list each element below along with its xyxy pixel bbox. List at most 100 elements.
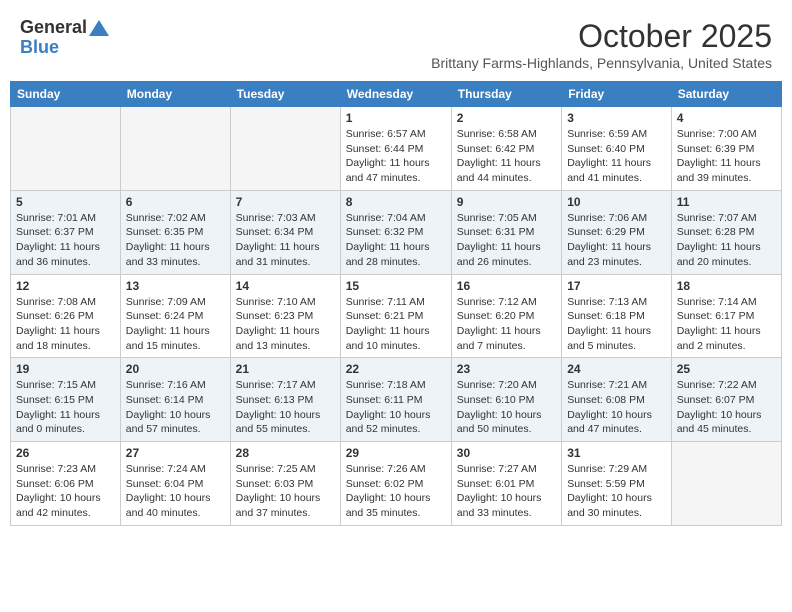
calendar-week-row: 19 Sunrise: 7:15 AM Sunset: 6:15 PM Dayli…	[11, 358, 782, 442]
table-row: 2 Sunrise: 6:58 AM Sunset: 6:42 PM Daylig…	[451, 107, 561, 191]
table-row: 28 Sunrise: 7:25 AM Sunset: 6:03 PM Dayli…	[230, 442, 340, 526]
table-row: 29 Sunrise: 7:26 AM Sunset: 6:02 PM Dayli…	[340, 442, 451, 526]
day-info: Sunrise: 7:22 AM Sunset: 6:07 PM Dayligh…	[677, 378, 776, 437]
day-number: 3	[567, 111, 666, 125]
day-info: Sunrise: 6:59 AM Sunset: 6:40 PM Dayligh…	[567, 127, 666, 186]
table-row: 24 Sunrise: 7:21 AM Sunset: 6:08 PM Dayli…	[562, 358, 672, 442]
day-info: Sunrise: 7:20 AM Sunset: 6:10 PM Dayligh…	[457, 378, 556, 437]
day-info: Sunrise: 7:05 AM Sunset: 6:31 PM Dayligh…	[457, 211, 556, 270]
day-number: 2	[457, 111, 556, 125]
table-row: 19 Sunrise: 7:15 AM Sunset: 6:15 PM Dayli…	[11, 358, 121, 442]
table-row: 25 Sunrise: 7:22 AM Sunset: 6:07 PM Dayli…	[671, 358, 781, 442]
day-info: Sunrise: 7:18 AM Sunset: 6:11 PM Dayligh…	[346, 378, 446, 437]
day-info: Sunrise: 7:16 AM Sunset: 6:14 PM Dayligh…	[126, 378, 225, 437]
logo-icon	[89, 20, 109, 36]
table-row	[120, 107, 230, 191]
header-sunday: Sunday	[11, 82, 121, 107]
day-info: Sunrise: 7:04 AM Sunset: 6:32 PM Dayligh…	[346, 211, 446, 270]
table-row: 6 Sunrise: 7:02 AM Sunset: 6:35 PM Daylig…	[120, 190, 230, 274]
day-number: 30	[457, 446, 556, 460]
day-info: Sunrise: 7:02 AM Sunset: 6:35 PM Dayligh…	[126, 211, 225, 270]
day-number: 1	[346, 111, 446, 125]
table-row: 11 Sunrise: 7:07 AM Sunset: 6:28 PM Dayli…	[671, 190, 781, 274]
day-info: Sunrise: 7:29 AM Sunset: 5:59 PM Dayligh…	[567, 462, 666, 521]
calendar-week-row: 1 Sunrise: 6:57 AM Sunset: 6:44 PM Daylig…	[11, 107, 782, 191]
table-row: 17 Sunrise: 7:13 AM Sunset: 6:18 PM Dayli…	[562, 274, 672, 358]
table-row	[671, 442, 781, 526]
day-number: 27	[126, 446, 225, 460]
table-row: 16 Sunrise: 7:12 AM Sunset: 6:20 PM Dayli…	[451, 274, 561, 358]
day-info: Sunrise: 7:01 AM Sunset: 6:37 PM Dayligh…	[16, 211, 115, 270]
table-row: 15Sunrise: 7:11 AM Sunset: 6:21 PM Dayli…	[340, 274, 451, 358]
day-info: Sunrise: 7:06 AM Sunset: 6:29 PM Dayligh…	[567, 211, 666, 270]
table-row: 21 Sunrise: 7:17 AM Sunset: 6:13 PM Dayli…	[230, 358, 340, 442]
header-thursday: Thursday	[451, 82, 561, 107]
day-info: Sunrise: 7:07 AM Sunset: 6:28 PM Dayligh…	[677, 211, 776, 270]
logo-general: General	[20, 18, 87, 38]
table-row: 27Sunrise: 7:24 AM Sunset: 6:04 PM Dayli…	[120, 442, 230, 526]
table-row: 14 Sunrise: 7:10 AM Sunset: 6:23 PM Dayli…	[230, 274, 340, 358]
day-info: Sunrise: 7:26 AM Sunset: 6:02 PM Dayligh…	[346, 462, 446, 521]
table-row: 10 Sunrise: 7:06 AM Sunset: 6:29 PM Dayli…	[562, 190, 672, 274]
table-row	[11, 107, 121, 191]
day-number: 14	[236, 279, 335, 293]
logo: General Blue	[20, 18, 111, 58]
day-info: Sunrise: 7:13 AM Sunset: 6:18 PM Dayligh…	[567, 295, 666, 354]
table-row: 3 Sunrise: 6:59 AM Sunset: 6:40 PM Daylig…	[562, 107, 672, 191]
day-number: 4	[677, 111, 776, 125]
day-info: Sunrise: 7:23 AM Sunset: 6:06 PM Dayligh…	[16, 462, 115, 521]
table-row: 18 Sunrise: 7:14 AM Sunset: 6:17 PM Dayli…	[671, 274, 781, 358]
table-row: 26 Sunrise: 7:23 AM Sunset: 6:06 PM Dayli…	[11, 442, 121, 526]
header-saturday: Saturday	[671, 82, 781, 107]
table-row: 22 Sunrise: 7:18 AM Sunset: 6:11 PM Dayli…	[340, 358, 451, 442]
day-info: Sunrise: 7:10 AM Sunset: 6:23 PM Dayligh…	[236, 295, 335, 354]
page-title: October 2025	[431, 18, 772, 55]
header-monday: Monday	[120, 82, 230, 107]
day-info: Sunrise: 7:15 AM Sunset: 6:15 PM Dayligh…	[16, 378, 115, 437]
day-info: Sunrise: 7:17 AM Sunset: 6:13 PM Dayligh…	[236, 378, 335, 437]
day-number: 22	[346, 362, 446, 376]
table-row: 4 Sunrise: 7:00 AM Sunset: 6:39 PM Daylig…	[671, 107, 781, 191]
day-number: 17	[567, 279, 666, 293]
day-info: Sunrise: 6:58 AM Sunset: 6:42 PM Dayligh…	[457, 127, 556, 186]
header-tuesday: Tuesday	[230, 82, 340, 107]
table-row: 13 Sunrise: 7:09 AM Sunset: 6:24 PM Dayli…	[120, 274, 230, 358]
day-info: Sunrise: 7:21 AM Sunset: 6:08 PM Dayligh…	[567, 378, 666, 437]
day-number: 28	[236, 446, 335, 460]
day-info: Sunrise: 7:25 AM Sunset: 6:03 PM Dayligh…	[236, 462, 335, 521]
day-info: Sunrise: 7:09 AM Sunset: 6:24 PM Dayligh…	[126, 295, 225, 354]
table-row: 8 Sunrise: 7:04 AM Sunset: 6:32 PM Daylig…	[340, 190, 451, 274]
day-info: Sunrise: 7:12 AM Sunset: 6:20 PM Dayligh…	[457, 295, 556, 354]
day-info: Sunrise: 7:00 AM Sunset: 6:39 PM Dayligh…	[677, 127, 776, 186]
logo-blue: Blue	[20, 38, 59, 58]
day-number: 23	[457, 362, 556, 376]
day-info: Sunrise: 7:11 AM Sunset: 6:21 PM Dayligh…	[346, 295, 446, 354]
table-row: 23 Sunrise: 7:20 AM Sunset: 6:10 PM Dayli…	[451, 358, 561, 442]
day-number: 16	[457, 279, 556, 293]
day-number: 19	[16, 362, 115, 376]
header-friday: Friday	[562, 82, 672, 107]
day-number: 8	[346, 195, 446, 209]
day-number: 9	[457, 195, 556, 209]
day-number: 12	[16, 279, 115, 293]
day-number: 6	[126, 195, 225, 209]
day-number: 25	[677, 362, 776, 376]
day-number: 21	[236, 362, 335, 376]
day-info: Sunrise: 7:14 AM Sunset: 6:17 PM Dayligh…	[677, 295, 776, 354]
day-number: 13	[126, 279, 225, 293]
table-row: 9 Sunrise: 7:05 AM Sunset: 6:31 PM Daylig…	[451, 190, 561, 274]
table-row	[230, 107, 340, 191]
day-number: 20	[126, 362, 225, 376]
table-row: 7Sunrise: 7:03 AM Sunset: 6:34 PM Daylig…	[230, 190, 340, 274]
calendar-week-row: 26 Sunrise: 7:23 AM Sunset: 6:06 PM Dayli…	[11, 442, 782, 526]
day-number: 11	[677, 195, 776, 209]
day-number: 29	[346, 446, 446, 460]
calendar-table: Sunday Monday Tuesday Wednesday Thursday…	[10, 81, 782, 526]
day-number: 10	[567, 195, 666, 209]
day-number: 26	[16, 446, 115, 460]
day-number: 18	[677, 279, 776, 293]
calendar-week-row: 5Sunrise: 7:01 AM Sunset: 6:37 PM Daylig…	[11, 190, 782, 274]
day-info: Sunrise: 7:27 AM Sunset: 6:01 PM Dayligh…	[457, 462, 556, 521]
day-number: 24	[567, 362, 666, 376]
day-info: Sunrise: 6:57 AM Sunset: 6:44 PM Dayligh…	[346, 127, 446, 186]
